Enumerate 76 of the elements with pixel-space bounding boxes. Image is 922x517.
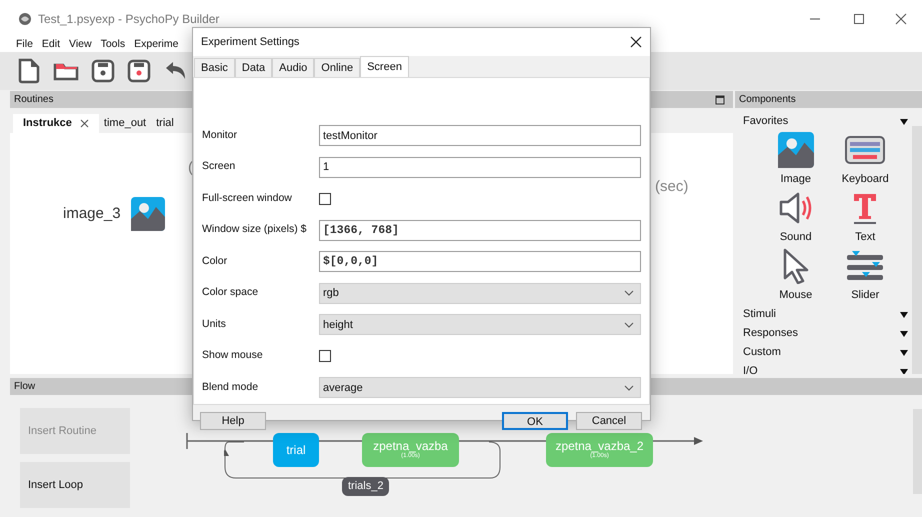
- chevron-down-icon[interactable]: [624, 322, 634, 328]
- settings-tab[interactable]: Basic: [194, 58, 235, 77]
- maximize-panel-icon[interactable]: [715, 94, 725, 104]
- dropdown-triangle-icon[interactable]: [900, 312, 908, 318]
- field-label: Monitor: [202, 128, 238, 143]
- menu-item[interactable]: Edit: [42, 37, 60, 53]
- close-icon[interactable]: [630, 36, 642, 48]
- dialog-title: Experiment Settings: [201, 34, 300, 50]
- speaker-icon: [778, 192, 813, 224]
- field-label: Full-screen window: [202, 190, 293, 206]
- category-label[interactable]: Custom: [743, 344, 781, 361]
- panel-title: Components: [739, 93, 796, 107]
- field-label: Color space: [202, 285, 260, 300]
- category-label[interactable]: Stimuli: [743, 306, 776, 323]
- field-label: Blend mode: [202, 380, 260, 395]
- save-as-icon[interactable]: [127, 59, 151, 83]
- close-tab-icon[interactable]: [80, 119, 89, 128]
- field-label: Color: [202, 254, 228, 269]
- chevron-down-icon[interactable]: [624, 384, 634, 391]
- component-label[interactable]: Keyboard: [842, 170, 889, 187]
- category-label[interactable]: I/O: [743, 363, 758, 374]
- settings-tab[interactable]: Online: [314, 58, 360, 77]
- category-label[interactable]: Favorites: [743, 113, 788, 130]
- window-title: Test_1.psyexp - PsychoPy Builder: [38, 11, 220, 28]
- insert-button[interactable]: Insert Loop: [20, 462, 130, 508]
- checkbox[interactable]: [319, 350, 331, 362]
- component-label[interactable]: Slider: [851, 286, 880, 303]
- panel-title: Flow: [14, 380, 36, 394]
- input-field[interactable]: 1: [319, 156, 641, 178]
- dropdown[interactable]: average: [319, 377, 641, 398]
- field-label: Show mouse: [202, 348, 264, 364]
- new-file-icon[interactable]: [17, 58, 41, 84]
- timeline-label: (: [188, 158, 193, 178]
- dialog-button[interactable]: Help: [200, 412, 266, 430]
- panel-title: Routines: [14, 93, 54, 107]
- dropdown-triangle-icon[interactable]: [900, 118, 908, 124]
- menu-item[interactable]: File: [16, 37, 33, 53]
- input-field[interactable]: [1366, 768]: [319, 220, 641, 241]
- field-label: Screen: [202, 159, 236, 174]
- image-icon: [778, 132, 814, 168]
- cursor-icon: [782, 248, 810, 284]
- checkbox[interactable]: [319, 192, 331, 205]
- routine-tab[interactable]: trial: [151, 114, 179, 133]
- input-field[interactable]: $[0,0,0]: [319, 251, 641, 272]
- menu-item[interactable]: Experime: [134, 37, 178, 53]
- component-label[interactable]: Mouse: [779, 286, 812, 303]
- dropdown-triangle-icon[interactable]: [900, 350, 908, 356]
- loop-label[interactable]: trials_2: [342, 477, 390, 496]
- component-label[interactable]: Image: [780, 170, 812, 187]
- component-label[interactable]: Text: [855, 228, 876, 245]
- dialog-button[interactable]: Cancel: [576, 412, 642, 430]
- dropdown[interactable]: height: [319, 314, 641, 336]
- time-unit-label: (sec): [655, 177, 688, 197]
- category-label[interactable]: Responses: [743, 325, 798, 342]
- image-icon: [130, 197, 165, 231]
- settings-tab[interactable]: Data: [234, 58, 272, 77]
- dropdown[interactable]: rgb: [319, 282, 641, 304]
- routine-tab[interactable]: Instrukce: [13, 114, 99, 133]
- routine-tab[interactable]: time_out: [98, 114, 152, 133]
- dropdown-triangle-icon[interactable]: [900, 368, 908, 374]
- menu-item[interactable]: Tools: [100, 37, 126, 53]
- component-label[interactable]: Sound: [780, 228, 812, 245]
- field-label: Units: [202, 316, 227, 332]
- component-name: image_3: [63, 204, 121, 224]
- dialog-button[interactable]: OK: [502, 412, 568, 430]
- slider-icon: [847, 250, 884, 282]
- save-icon[interactable]: [91, 59, 115, 83]
- dropdown-triangle-icon[interactable]: [900, 330, 908, 336]
- chevron-down-icon[interactable]: [624, 290, 634, 296]
- app-logo-icon: [18, 12, 32, 26]
- menu-item[interactable]: View: [69, 37, 92, 53]
- settings-tab[interactable]: Screen: [360, 56, 409, 77]
- field-label: Window size (pixels) $: [202, 222, 308, 238]
- keyboard-icon: [845, 136, 886, 164]
- settings-tab[interactable]: Audio: [272, 58, 314, 77]
- input-field[interactable]: testMonitor: [319, 125, 641, 146]
